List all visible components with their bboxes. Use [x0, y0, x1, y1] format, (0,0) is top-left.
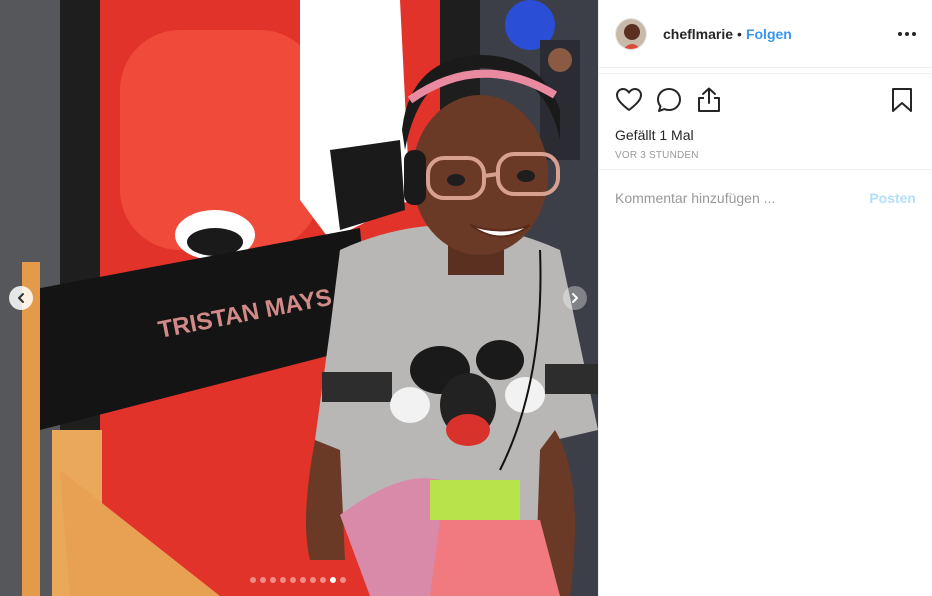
chevron-right-icon: [572, 293, 578, 303]
save-button[interactable]: [888, 86, 916, 114]
post-side-panel: cheflmarie • Folgen Gefällt 1 Mal VOR 3 …: [598, 0, 932, 596]
share-button[interactable]: [695, 86, 723, 114]
post-comment-button[interactable]: Posten: [869, 190, 916, 206]
slide-dot: [340, 577, 346, 583]
like-button[interactable]: [615, 86, 643, 114]
slide-dot: [280, 577, 286, 583]
previous-slide-button[interactable]: [9, 286, 33, 310]
follow-button[interactable]: Folgen: [746, 26, 792, 42]
slide-dot: [260, 577, 266, 583]
comment-button[interactable]: [655, 86, 683, 114]
separator-dot: •: [737, 25, 742, 42]
chevron-left-icon: [18, 293, 24, 303]
slide-dot: [270, 577, 276, 583]
post-timestamp[interactable]: VOR 3 STUNDEN: [599, 144, 932, 161]
photo-scene: TRISTAN MAYS: [0, 0, 598, 596]
avatar-image: [616, 18, 646, 49]
next-slide-button[interactable]: [563, 286, 587, 310]
comment-form: Posten: [599, 170, 932, 226]
more-options-icon[interactable]: [898, 24, 916, 44]
slide-dot: [290, 577, 296, 583]
post-photo[interactable]: TRISTAN MAYS: [0, 0, 598, 596]
slide-dot: [300, 577, 306, 583]
slide-dot: [250, 577, 256, 583]
heart-icon: [616, 88, 642, 111]
bookmark-icon: [892, 88, 912, 112]
like-count[interactable]: Gefällt 1 Mal: [599, 126, 932, 144]
slide-dot: [310, 577, 316, 583]
action-bar: [599, 74, 932, 126]
avatar[interactable]: [615, 17, 647, 50]
username-link[interactable]: cheflmarie: [663, 26, 733, 42]
comment-input[interactable]: [615, 190, 870, 206]
slide-indicator: [250, 577, 346, 583]
post-header: cheflmarie • Folgen: [599, 0, 932, 68]
slide-dot: [330, 577, 336, 583]
comment-icon: [657, 88, 681, 112]
share-icon: [698, 87, 720, 112]
slide-dot: [320, 577, 326, 583]
